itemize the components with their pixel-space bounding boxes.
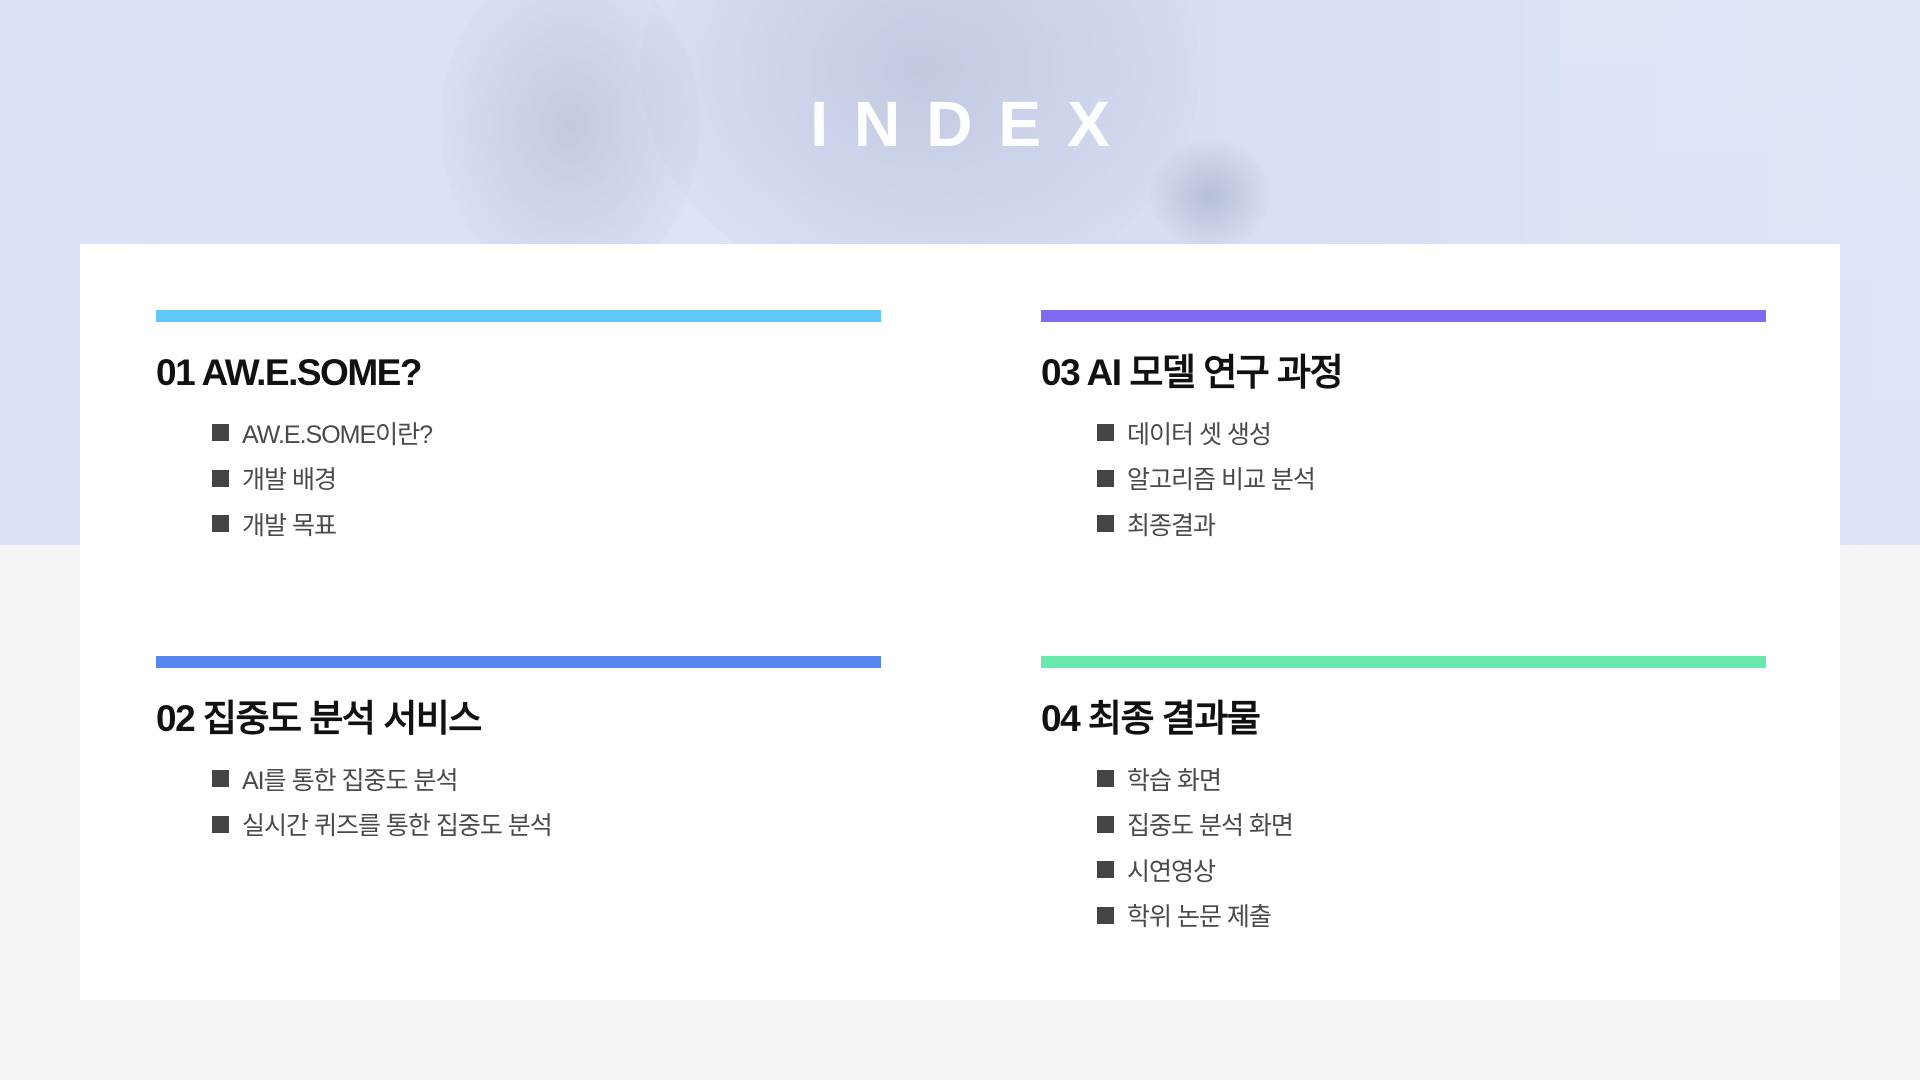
section-04-list: 학습 화면 집중도 분석 화면 시연영상 학위 논문 제출: [1041, 756, 1766, 938]
list-item-label: 집중도 분석 화면: [1127, 812, 1294, 841]
section-01-heading: 01 AW.E.SOME?: [156, 352, 422, 393]
square-bullet-icon: [1097, 861, 1114, 879]
list-item-label: AI를 통한 집중도 분석: [242, 766, 458, 795]
square-bullet-icon: [1097, 770, 1114, 788]
square-bullet-icon: [1097, 906, 1114, 924]
index-card: 01 AW.E.SOME? AW.E.SOME이란? 개발 배경 개발 목표 0…: [80, 244, 1840, 1000]
section-03-heading: 03 AI 모델 연구 과정: [1041, 352, 1344, 393]
section-04: 04 최종 결과물 학습 화면 집중도 분석 화면 시연영상 학위 논문 제출: [1041, 656, 1766, 938]
square-bullet-icon: [212, 770, 229, 788]
list-item-label: 데이터 셋 생성: [1127, 420, 1272, 449]
list-item-label: 개발 목표: [242, 511, 337, 540]
square-bullet-icon: [212, 424, 229, 442]
list-item: 데이터 셋 생성: [1097, 410, 1766, 456]
section-02-accent-bar: [156, 656, 881, 668]
square-bullet-icon: [212, 815, 229, 833]
page-title: INDEX: [810, 88, 1136, 160]
list-item-label: 학위 논문 제출: [1127, 903, 1272, 932]
section-01-list: AW.E.SOME이란? 개발 배경 개발 목표: [156, 410, 881, 547]
list-item: AI를 통한 집중도 분석: [212, 756, 881, 802]
list-item: 실시간 퀴즈를 통한 집중도 분석: [212, 802, 881, 848]
list-item: 학습 화면: [1097, 756, 1766, 802]
square-bullet-icon: [1097, 515, 1114, 533]
list-item-label: 최종결과: [1127, 511, 1216, 540]
section-02: 02 집중도 분석 서비스 AI를 통한 집중도 분석 실시간 퀴즈를 통한 집…: [156, 656, 881, 847]
square-bullet-icon: [1097, 469, 1114, 487]
section-01: 01 AW.E.SOME? AW.E.SOME이란? 개발 배경 개발 목표: [156, 310, 881, 547]
section-03-accent-bar: [1041, 310, 1766, 322]
square-bullet-icon: [212, 469, 229, 487]
square-bullet-icon: [1097, 424, 1114, 442]
list-item-label: 시연영상: [1127, 857, 1216, 886]
section-04-accent-bar: [1041, 656, 1766, 668]
list-item-label: 개발 배경: [242, 466, 337, 495]
section-04-heading: 04 최종 결과물: [1041, 698, 1261, 739]
list-item-label: 알고리즘 비교 분석: [1127, 466, 1316, 495]
section-02-heading: 02 집중도 분석 서비스: [156, 698, 482, 739]
section-03-list: 데이터 셋 생성 알고리즘 비교 분석 최종결과: [1041, 410, 1766, 547]
list-item: 개발 배경: [212, 456, 881, 502]
list-item: AW.E.SOME이란?: [212, 410, 881, 456]
list-item: 알고리즘 비교 분석: [1097, 456, 1766, 502]
section-03: 03 AI 모델 연구 과정 데이터 셋 생성 알고리즘 비교 분석 최종결과: [1041, 310, 1766, 547]
list-item: 시연영상: [1097, 847, 1766, 893]
list-item-label: AW.E.SOME이란?: [242, 420, 433, 449]
list-item-label: 실시간 퀴즈를 통한 집중도 분석: [242, 812, 553, 841]
square-bullet-icon: [212, 515, 229, 533]
square-bullet-icon: [1097, 815, 1114, 833]
list-item-label: 학습 화면: [1127, 766, 1222, 795]
list-item: 최종결과: [1097, 501, 1766, 547]
list-item: 개발 목표: [212, 501, 881, 547]
section-01-accent-bar: [156, 310, 881, 322]
list-item: 집중도 분석 화면: [1097, 802, 1766, 848]
section-02-list: AI를 통한 집중도 분석 실시간 퀴즈를 통한 집중도 분석: [156, 756, 881, 847]
list-item: 학위 논문 제출: [1097, 893, 1766, 939]
